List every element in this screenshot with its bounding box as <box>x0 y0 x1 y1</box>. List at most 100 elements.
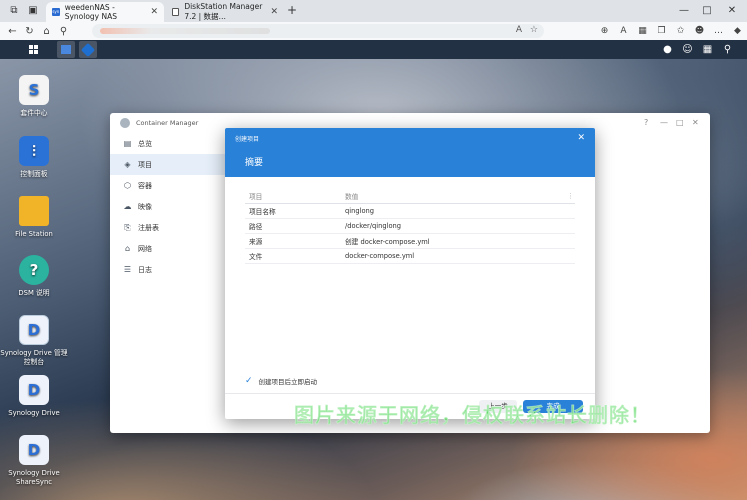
sidebar-item-registry[interactable]: ⎘ 注册表 <box>110 217 225 238</box>
table-cell-value: qinglong <box>345 207 375 215</box>
desktop-icon-label: Synology Drive ShareSync <box>8 469 60 486</box>
profile-avatar-icon[interactable]: ☻ <box>690 26 709 36</box>
taskbar-window-button[interactable] <box>57 41 75 58</box>
dialog-close-icon[interactable]: ✕ <box>577 133 585 143</box>
tab-title: DiskStation Manager 7.2 | 数据… <box>184 2 263 21</box>
sidebar-item-label: 项目 <box>138 160 152 169</box>
autostart-label: 创建项目后立即启动 <box>258 378 318 386</box>
dialog-header: 创建项目 摘要 ✕ <box>225 128 595 177</box>
table-cell-value: docker-compose.yml <box>345 252 415 260</box>
tab-actions-icon[interactable]: ▣ <box>25 3 41 19</box>
blurred-url <box>100 28 270 34</box>
widgets-icon[interactable]: ▦ <box>701 43 714 56</box>
folder-icon <box>19 196 49 226</box>
table-cell-key: 路径 <box>249 223 263 231</box>
desktop-icon-dsm-help[interactable]: ? DSM 说明 <box>0 255 68 298</box>
desktop-icon-package-center[interactable]: S 套件中心 <box>0 75 68 118</box>
main-menu-button[interactable] <box>24 41 42 58</box>
sidebar-item-label: 总览 <box>138 139 152 148</box>
user-icon[interactable]: ☺ <box>681 43 694 56</box>
search-icon[interactable]: ⚲ <box>55 26 72 37</box>
sidebar-item-project[interactable]: ◈ 项目 <box>110 154 225 175</box>
favorite-star-icon[interactable]: ☆ <box>530 25 538 35</box>
table-row: 来源 创建 docker-compose.yml <box>245 234 575 249</box>
maximize-icon[interactable]: □ <box>676 118 684 127</box>
desktop-icon-label: DSM 说明 <box>18 289 50 297</box>
image-icon: ☁ <box>123 202 132 211</box>
sidebar-item-overview[interactable]: ▤ 总览 <box>110 133 225 154</box>
desktop-icon-control-panel[interactable]: ⫶ 控制面板 <box>0 136 68 179</box>
sidebar-item-network[interactable]: ⌂ 网络 <box>110 238 225 259</box>
table-cell-key: 项目名称 <box>249 208 276 216</box>
tab-close-icon[interactable]: ✕ <box>270 7 278 17</box>
address-bar[interactable]: A ☆ <box>92 24 544 38</box>
tab-dsm[interactable]: DiskStation Manager 7.2 | 数据… ✕ <box>166 2 284 22</box>
tab-close-icon[interactable]: ✕ <box>150 7 158 17</box>
desktop-icon-file-station[interactable]: File Station <box>0 196 68 239</box>
create-project-dialog: 创建项目 摘要 ✕ 项目 数值 ⋮ 项目名称 qinglong 路径 /dock… <box>225 128 595 419</box>
close-window-button[interactable]: ✕ <box>724 3 740 19</box>
container-manager-logo-icon <box>120 118 130 128</box>
desktop-icon-label: 套件中心 <box>20 109 48 117</box>
autostart-checkbox[interactable]: ✓ 创建项目后立即启动 <box>245 376 317 386</box>
synology-icon: syn <box>52 8 60 16</box>
desktop-icon-label: 控制面板 <box>20 170 48 178</box>
tab-weedennas[interactable]: syn weedenNAS - Synology NAS ✕ <box>46 2 164 22</box>
overview-icon: ▤ <box>123 139 132 148</box>
table-row: 项目名称 qinglong <box>245 204 575 219</box>
desktop-icon-drive-admin[interactable]: D Synology Drive 管理控制台 <box>0 315 68 367</box>
notification-icon[interactable]: ● <box>661 43 674 56</box>
desktop-icon-label: File Station <box>15 230 53 238</box>
more-icon[interactable]: … <box>709 26 728 36</box>
desktop-icon-label: Synology Drive 管理控制台 <box>0 349 68 366</box>
sidebar-item-container[interactable]: ⬡ 容器 <box>110 175 225 196</box>
desktop-icon-drive[interactable]: D Synology Drive <box>0 375 68 418</box>
maximize-button[interactable]: □ <box>699 3 715 19</box>
back-icon[interactable]: ← <box>4 26 21 37</box>
table-header-row: 项目 数值 ⋮ <box>245 189 575 204</box>
sidebar-item-label: 日志 <box>138 265 152 274</box>
collections-icon[interactable]: ❐ <box>652 26 671 36</box>
table-cell-value: 创建 docker-compose.yml <box>345 238 430 246</box>
window-icon <box>61 45 71 54</box>
package-center-icon: S <box>19 75 49 105</box>
reload-icon[interactable]: ↻ <box>21 26 38 37</box>
taskbar-container-manager-button[interactable] <box>79 41 97 58</box>
dialog-window-title: 创建项目 <box>235 136 260 143</box>
drive-icon: D <box>19 375 49 405</box>
checkmark-icon: ✓ <box>245 376 253 386</box>
project-icon: ◈ <box>124 160 131 169</box>
new-tab-button[interactable]: + <box>287 3 297 17</box>
copilot-icon[interactable]: ◆ <box>728 26 747 36</box>
translate-icon[interactable]: A <box>614 26 633 36</box>
home-icon[interactable]: ⌂ <box>38 26 55 37</box>
sidebar-item-label: 映像 <box>138 202 152 211</box>
minimize-icon[interactable]: — <box>660 118 668 127</box>
summary-table: 项目 数值 ⋮ 项目名称 qinglong 路径 /docker/qinglon… <box>245 189 575 264</box>
drive-admin-icon: D <box>19 315 49 345</box>
favorites-icon[interactable]: ✩ <box>671 26 690 36</box>
read-aloud-icon[interactable]: A <box>516 25 522 35</box>
sidebar-item-image[interactable]: ☁ 映像 <box>110 196 225 217</box>
help-icon[interactable]: ? <box>644 118 648 127</box>
search-icon[interactable]: ⚲ <box>721 43 734 56</box>
window-title: Container Manager <box>136 119 199 127</box>
minimize-button[interactable]: — <box>676 3 692 19</box>
sidebar-item-label: 网络 <box>138 244 152 253</box>
close-icon[interactable]: ✕ <box>692 118 699 127</box>
column-header-item: 项目 <box>249 193 263 201</box>
control-panel-icon: ⫶ <box>19 136 49 166</box>
extension-icon[interactable]: ⊕ <box>595 26 614 36</box>
table-row: 路径 /docker/qinglong <box>245 219 575 234</box>
sidebar-item-log[interactable]: ☰ 日志 <box>110 259 225 280</box>
shopping-icon[interactable]: ▦ <box>633 26 652 36</box>
log-icon: ☰ <box>123 265 132 274</box>
browser-menu-icon[interactable]: ⧉ <box>6 3 22 19</box>
browser-tab-bar: ⧉ ▣ syn weedenNAS - Synology NAS ✕ DiskS… <box>0 0 747 22</box>
tab-title: weedenNAS - Synology NAS <box>64 3 118 21</box>
network-icon: ⌂ <box>124 244 131 253</box>
registry-icon: ⎘ <box>124 222 131 232</box>
column-menu-icon[interactable]: ⋮ <box>567 192 575 200</box>
container-manager-icon <box>80 42 96 57</box>
desktop-icon-drive-sharesync[interactable]: D Synology Drive ShareSync <box>0 435 68 487</box>
